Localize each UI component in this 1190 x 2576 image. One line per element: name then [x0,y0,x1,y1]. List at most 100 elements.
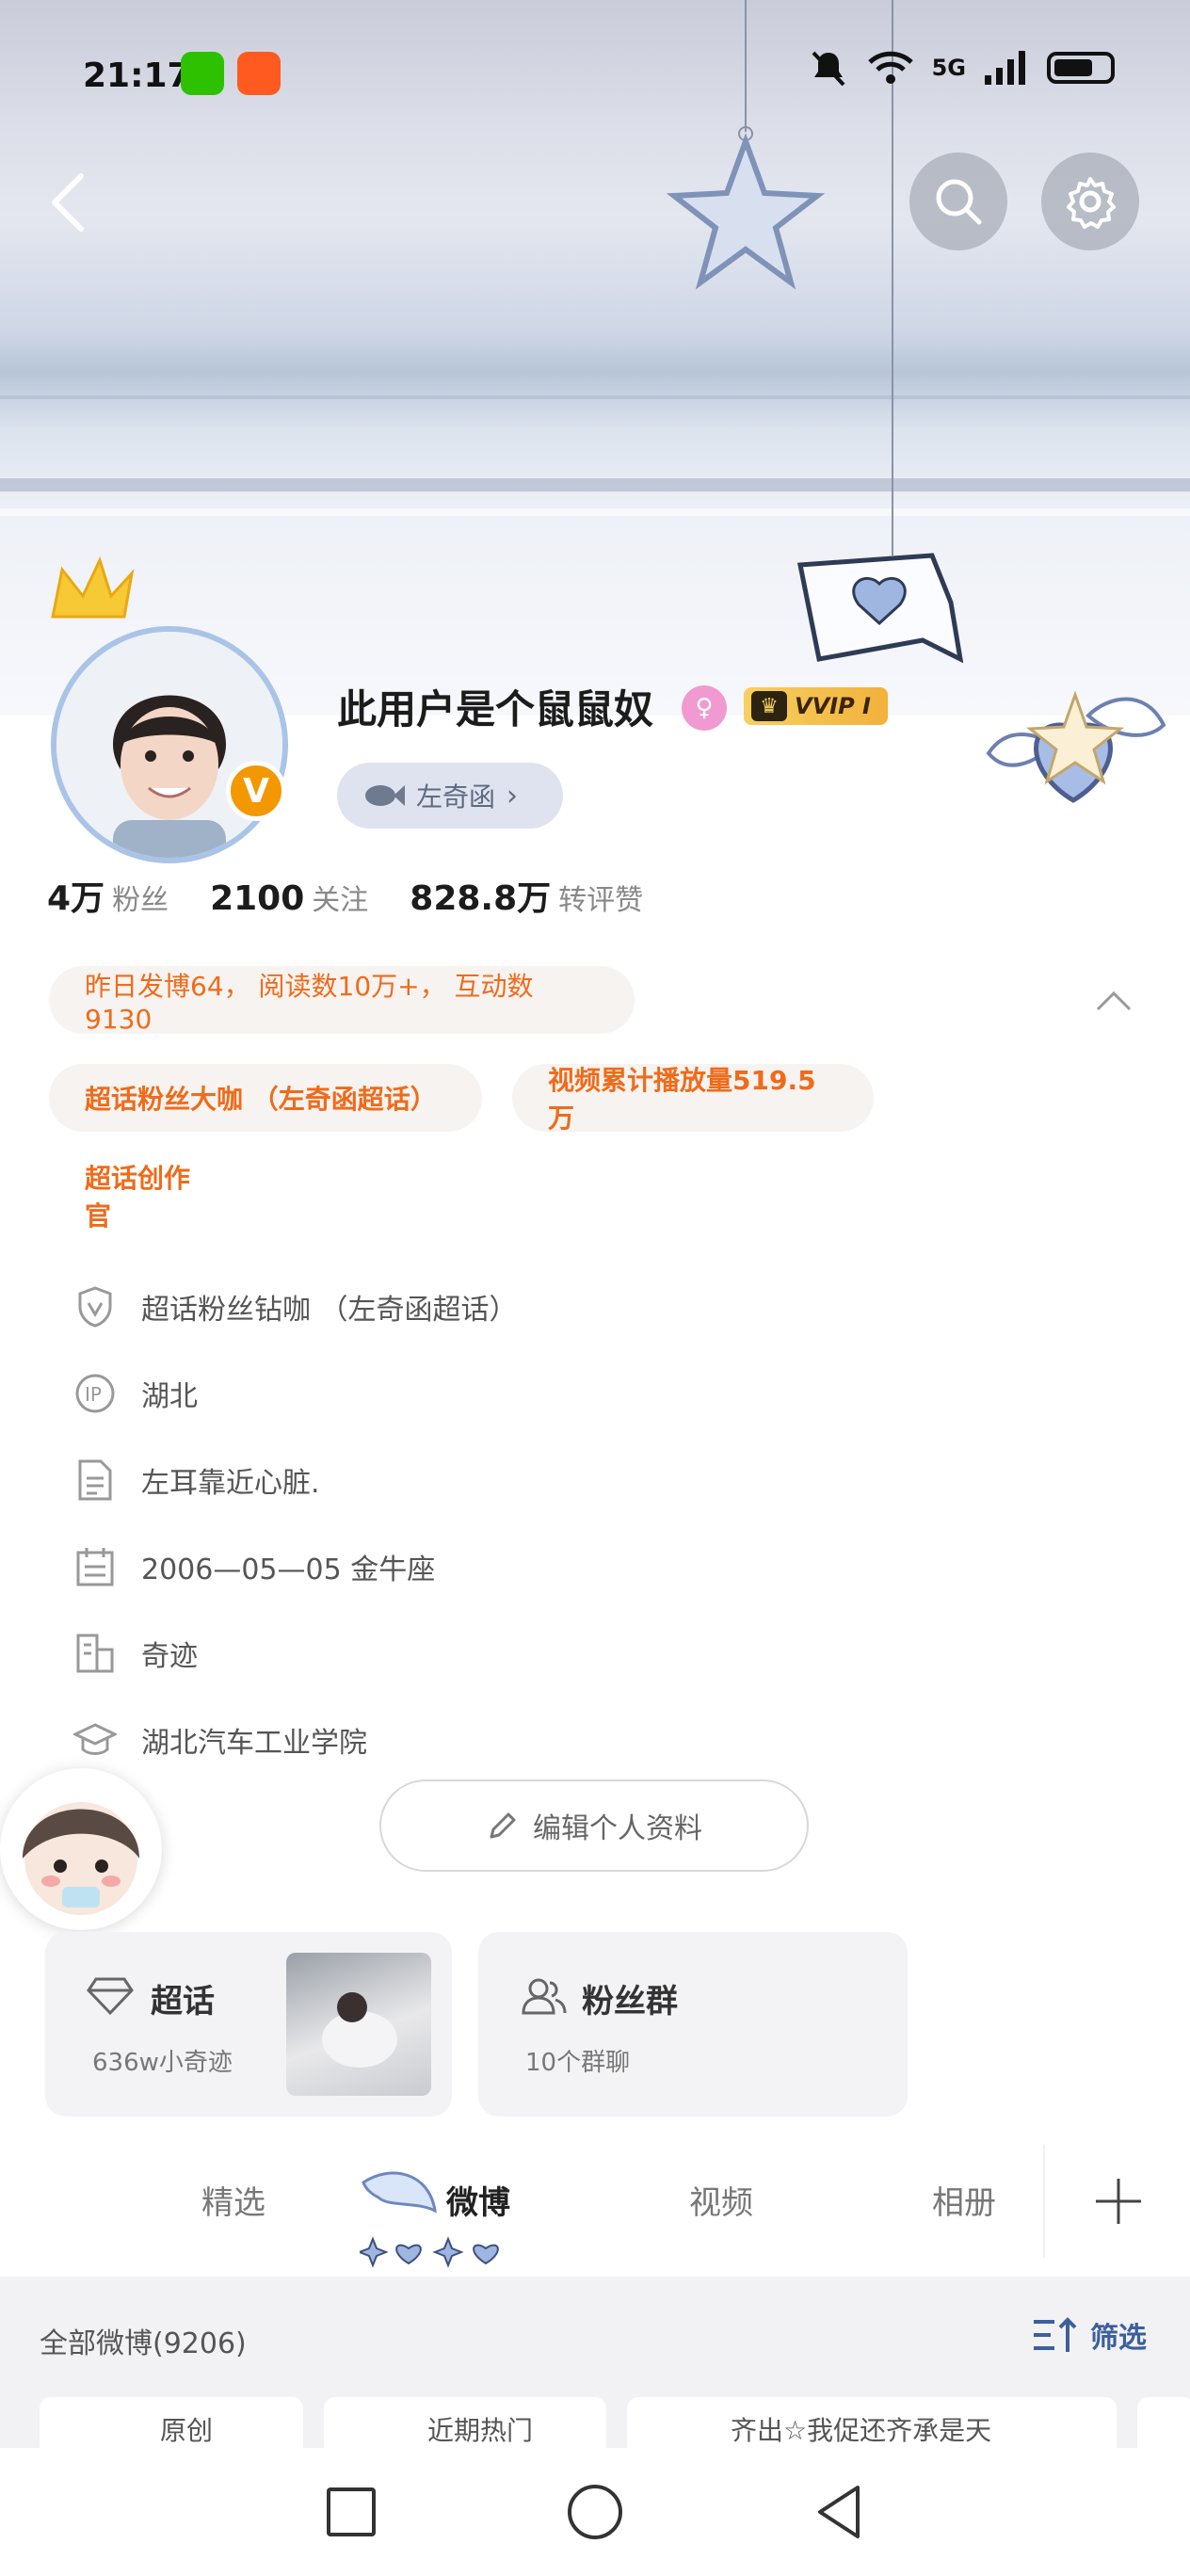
gear-icon [1067,177,1116,229]
mute-icon [812,51,845,87]
info-row: 奇迹 [73,1610,518,1697]
wifi-icon [867,51,913,84]
stat-following[interactable]: 2100 关注 [210,877,368,918]
fan-group-card[interactable]: 粉丝群 10个群聊 [478,1932,908,2117]
floating-sticker-avatar[interactable] [0,1768,162,1930]
wing-icon [362,2171,437,2214]
back-arrow-icon[interactable] [36,165,102,240]
chevron-right-icon: › [507,779,519,813]
profile-stats: 4万 粉丝 2100 关注 828.8万 转评赞 [47,871,643,920]
info-text: 奇迹 [141,1640,198,1673]
avatar-portrait [56,632,282,858]
super-topic-fan-tag[interactable]: 超话粉丝大咖 （左奇函超话） [49,1064,482,1132]
related-user-name: 左奇函 [416,781,496,813]
info-text: 超话粉丝钻咖 （左奇函超话） [141,1294,518,1327]
signal-icon [985,51,1025,85]
profile-info-list: 超话粉丝钻咖 （左奇函超话） IP 湖北 左耳靠近心脏. 2006—05—05 … [73,1264,518,1783]
filter-button[interactable]: 筛选 [1032,2314,1147,2356]
feed-title: 全部微博(9206) [40,2327,247,2360]
vvip-label: VVIP I [795,693,871,719]
super-topic-sub: 636w小奇迹 [92,2049,233,2077]
plus-icon [1096,2179,1141,2224]
info-row: 湖北汽车工业学院 [73,1697,518,1783]
status-bar: 21:17 5G [0,0,1190,151]
chip-label: 近期热门 [427,2415,534,2446]
creator-tag[interactable]: 超话创作官 [49,1162,250,1232]
tab-video[interactable]: 视频 [689,2177,753,2223]
edit-profile-button[interactable]: 编辑个人资料 [379,1779,809,1872]
tab-add-button[interactable] [1043,2145,1190,2258]
wechat-icon [181,52,224,95]
info-text: 2006—05—05 金牛座 [141,1554,436,1586]
ip-icon: IP [73,1372,117,1415]
shield-v-icon [73,1285,117,1328]
video-plays-tag[interactable]: 视频累计播放量519.5万 [512,1064,874,1134]
system-nav-bar [0,2448,1190,2576]
info-row: 左耳靠近心脏. [73,1437,518,1523]
tab-album[interactable]: 相册 [932,2177,996,2223]
stat-label: 粉丝 [112,884,169,917]
info-row: 超话粉丝钻咖 （左奇函超话） [73,1264,518,1350]
stat-label: 转评赞 [558,884,644,917]
status-icons: 5G [808,47,1115,89]
document-icon [73,1458,117,1502]
info-text: 左耳靠近心脏. [141,1467,320,1500]
tab-featured[interactable]: 精选 [201,2177,265,2223]
female-gender-icon: ♀ [682,685,727,731]
sea-wave [0,478,1190,491]
tab-indicator-icon [360,2236,499,2268]
feed-header: 全部微博(9206) 筛选 原创 近期热门 齐出☆我促还齐承是天 [0,2277,1190,2472]
avatar[interactable] [51,626,288,863]
stat-num: 828.8万 [410,879,552,918]
settings-button[interactable] [1041,153,1139,250]
search-icon [936,179,982,225]
info-text: 湖北汽车工业学院 [141,1727,367,1760]
stat-label: 关注 [312,884,369,917]
profile-tabs: 精选 微博 视频 相册 [0,2145,1190,2277]
sea-horizon [0,395,1190,399]
stat-fans[interactable]: 4万 粉丝 [47,871,169,920]
yesterday-activity-pill[interactable]: 昨日发博64， 阅读数10万+， 互动数9130 [49,966,635,1035]
svg-text:IP: IP [85,1383,102,1406]
super-topic-title: 超话 [151,1983,215,2021]
kuaishou-icon [237,52,281,95]
winged-heart-star-decoration-icon [986,690,1166,803]
calendar-icon [73,1545,117,1588]
info-row: IP 湖北 [73,1350,518,1437]
vvip-badge[interactable]: ♛ VVIP I [744,687,888,725]
related-user-pill[interactable]: 左奇函 › [337,763,563,829]
fish-icon [365,785,405,806]
info-row: 2006—05—05 金牛座 [73,1523,518,1610]
sort-filter-icon [1034,2317,1077,2352]
nickname: 此用户是个鼠鼠奴 [337,686,654,733]
pencil-icon [490,1812,516,1839]
super-topic-thumbnail [286,1953,431,2096]
filter-label: 筛选 [1090,2322,1147,2355]
edit-profile-label: 编辑个人资料 [533,1812,702,1845]
graduation-cap-icon [73,1718,117,1762]
recent-apps-square-icon[interactable] [325,2486,378,2538]
verified-v-badge: V [226,761,286,821]
stat-num: 4万 [47,879,105,918]
fan-group-sub: 10个群聊 [525,2049,631,2077]
crown-icon [51,555,135,619]
stat-likes[interactable]: 828.8万 转评赞 [410,871,643,920]
back-triangle-icon[interactable] [812,2484,865,2540]
cartoon-face-icon [23,1802,139,1915]
people-icon [522,1978,567,2015]
tab-weibo[interactable]: 微博 [446,2177,510,2223]
stat-num: 2100 [210,879,305,918]
chip-label: 齐出☆我促还齐承是天 [731,2415,992,2446]
building-icon [73,1632,117,1675]
fan-group-title: 粉丝群 [582,1983,678,2021]
diamond-icon [87,1977,134,2016]
super-topic-card[interactable]: 超话 636w小奇迹 [45,1932,452,2117]
chip-label: 原创 [160,2415,214,2446]
battery-icon [1047,52,1115,84]
status-time: 21:17 [83,56,191,95]
network-label: 5G [931,55,966,81]
search-button[interactable] [909,153,1007,250]
chevron-up-icon[interactable] [1094,981,1134,1021]
home-circle-icon[interactable] [566,2483,624,2541]
sea-foam [0,508,1190,516]
